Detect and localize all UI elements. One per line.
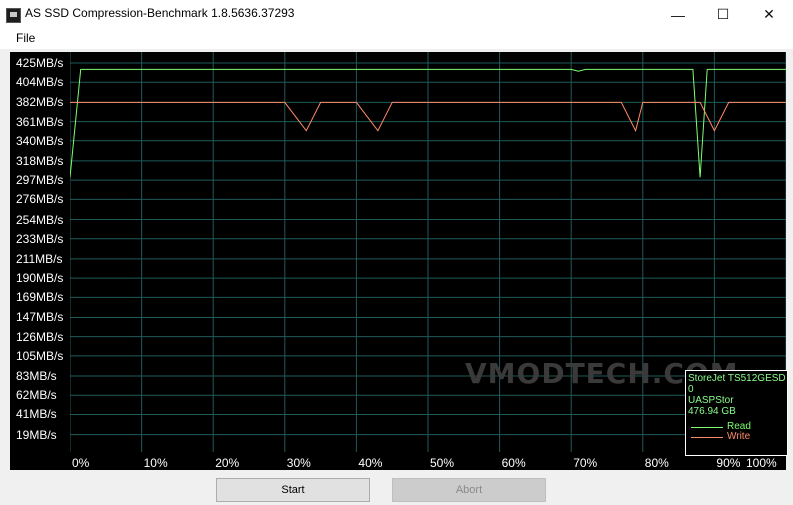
- maximize-button[interactable]: ☐: [700, 0, 746, 29]
- y-tick-label: 382MB/s: [16, 95, 64, 110]
- y-tick-label: 361MB/s: [16, 114, 64, 129]
- x-tick-label: 20%: [215, 456, 240, 470]
- minimize-button[interactable]: —: [655, 0, 701, 29]
- legend-driver: UASPStor: [688, 395, 734, 406]
- y-tick-label: 404MB/s: [16, 75, 64, 90]
- legend-write-label: Write: [727, 431, 751, 442]
- start-button[interactable]: Start: [216, 478, 370, 502]
- menu-file[interactable]: File: [16, 31, 35, 45]
- title-bar: AS SSD Compression-Benchmark 1.8.5636.37…: [0, 0, 793, 29]
- y-tick-label: 126MB/s: [16, 329, 64, 344]
- x-tick-label: 30%: [286, 456, 311, 470]
- y-tick-label: 169MB/s: [16, 290, 64, 305]
- x-tick-label: 70%: [573, 456, 598, 470]
- y-tick-label: 83MB/s: [16, 369, 57, 384]
- abort-button[interactable]: Abort: [392, 478, 546, 502]
- x-tick-label: 90%: [716, 456, 741, 470]
- legend-device-name: StoreJet TS512GESD: [688, 373, 786, 384]
- y-tick-label: 340MB/s: [16, 133, 64, 148]
- x-tick-label: 80%: [644, 456, 669, 470]
- y-tick-label: 62MB/s: [16, 388, 57, 403]
- close-button[interactable]: ✕: [746, 0, 792, 29]
- y-tick-label: 233MB/s: [16, 231, 64, 246]
- legend-device-id: 0: [688, 384, 694, 395]
- x-tick-label: 0%: [72, 456, 90, 470]
- menu-bar: File: [0, 29, 793, 49]
- app-icon: [6, 8, 21, 23]
- x-tick-label: 60%: [501, 456, 526, 470]
- y-tick-label: 425MB/s: [16, 56, 64, 70]
- y-tick-label: 297MB/s: [16, 173, 64, 188]
- y-tick-label: 190MB/s: [16, 271, 64, 286]
- y-tick-label: 211MB/s: [16, 251, 63, 266]
- x-tick-label: 50%: [430, 456, 455, 470]
- y-tick-label: 254MB/s: [16, 212, 64, 227]
- y-tick-label: 318MB/s: [16, 153, 64, 168]
- y-tick-label: 19MB/s: [16, 427, 57, 442]
- benchmark-chart: 425MB/s 404MB/s 382MB/s 361MB/s 340MB/s 318MB…: [10, 52, 788, 470]
- x-tick-label: 40%: [358, 456, 383, 470]
- y-tick-label: 105MB/s: [16, 348, 64, 363]
- legend: StoreJet TS512GESD 0 UASPStor 476.94 GB …: [685, 370, 788, 456]
- x-tick-label: 100%: [746, 456, 777, 470]
- legend-capacity: 476.94 GB: [688, 406, 736, 417]
- y-tick-label: 276MB/s: [16, 192, 64, 207]
- legend-write-swatch: [691, 437, 723, 438]
- y-tick-label: 147MB/s: [16, 310, 64, 325]
- window-title: AS SSD Compression-Benchmark 1.8.5636.37…: [25, 6, 295, 20]
- plot-area: [70, 52, 786, 452]
- x-tick-label: 10%: [143, 456, 168, 470]
- legend-read-swatch: [691, 427, 723, 428]
- y-tick-label: 41MB/s: [16, 407, 57, 422]
